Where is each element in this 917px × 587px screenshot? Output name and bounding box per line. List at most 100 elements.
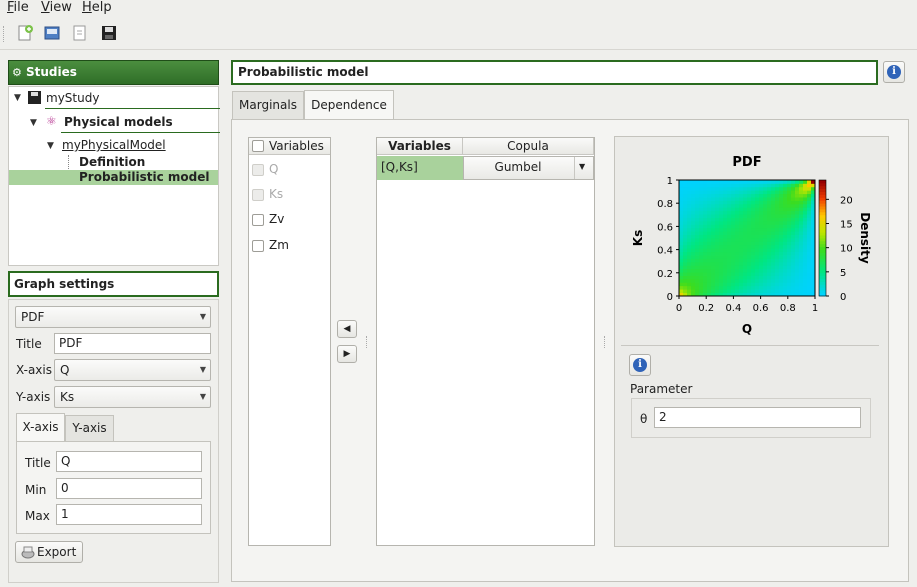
heatmap-cell bbox=[691, 193, 696, 198]
heatmap-cell bbox=[751, 220, 756, 225]
heatmap-cell bbox=[751, 224, 756, 229]
variable-checkbox-q[interactable] bbox=[252, 164, 264, 176]
heatmap-cell bbox=[763, 193, 768, 198]
heatmap-cell bbox=[683, 207, 688, 212]
heatmap-cell bbox=[739, 282, 744, 287]
heatmap-cell bbox=[699, 289, 704, 293]
heatmap-cell bbox=[687, 203, 692, 208]
heatmap-cell bbox=[795, 207, 800, 212]
col-header-variables[interactable]: Variables bbox=[377, 138, 463, 155]
heatmap-cell bbox=[771, 190, 776, 195]
heatmap-cell bbox=[711, 282, 716, 287]
xaxis-label: X-axis bbox=[16, 363, 52, 377]
variables-list[interactable]: Variables Q Ks Zv Zm bbox=[248, 137, 331, 546]
heatmap-cell bbox=[759, 282, 764, 287]
save-icon[interactable] bbox=[100, 24, 118, 42]
heatmap-cell bbox=[723, 238, 728, 242]
heatmap-cell bbox=[763, 285, 768, 290]
study-tree[interactable]: ▼ myStudy ▼ ⚛ Physical models ▼ myPhysic… bbox=[8, 86, 220, 266]
heatmap-cell bbox=[775, 210, 780, 215]
tree-item-study[interactable]: myStudy bbox=[46, 89, 99, 107]
variables-header[interactable]: Variables bbox=[249, 138, 330, 155]
heatmap-cell bbox=[739, 210, 744, 215]
new-study-icon[interactable] bbox=[16, 24, 34, 42]
tree-item-probabilistic-model[interactable]: Probabilistic model bbox=[79, 168, 209, 186]
heatmap-cell bbox=[755, 285, 760, 290]
yaxis-select[interactable]: Ks ▼ bbox=[54, 386, 211, 408]
menu-help[interactable]: Help bbox=[82, 0, 112, 15]
parameter-info-button[interactable]: i bbox=[629, 354, 651, 376]
select-all-checkbox[interactable] bbox=[252, 140, 264, 152]
menu-view[interactable]: View bbox=[41, 0, 72, 15]
tab-x-axis[interactable]: X-axis bbox=[16, 413, 65, 441]
heatmap-cell bbox=[795, 217, 800, 222]
axis-title-input[interactable]: Q bbox=[56, 451, 202, 472]
remove-copula-button[interactable]: ◀ bbox=[337, 320, 357, 338]
variable-checkbox-ks[interactable] bbox=[252, 189, 264, 201]
min-input[interactable]: 0 bbox=[56, 478, 202, 499]
heatmap-cell bbox=[791, 220, 796, 225]
chevron-down-icon[interactable]: ▼ bbox=[30, 118, 37, 128]
variable-checkbox-zm[interactable] bbox=[252, 240, 264, 252]
tree-item-model[interactable]: myPhysicalModel bbox=[62, 136, 166, 154]
heatmap-cell bbox=[763, 258, 768, 263]
chevron-down-icon[interactable]: ▼ bbox=[14, 93, 21, 103]
heatmap-cell bbox=[695, 193, 700, 198]
max-input[interactable]: 1 bbox=[56, 504, 202, 525]
open-study-icon[interactable] bbox=[43, 24, 61, 42]
colorbar-tick-label: 0 bbox=[840, 292, 846, 303]
heatmap-cell bbox=[731, 193, 736, 198]
tab-marginals[interactable]: Marginals bbox=[232, 91, 304, 119]
heatmap-cell bbox=[715, 278, 720, 283]
heatmap-cell bbox=[739, 224, 744, 229]
heatmap-cell bbox=[803, 244, 808, 249]
splitter-handle[interactable] bbox=[366, 336, 368, 348]
tab-dependence[interactable]: Dependence bbox=[304, 90, 394, 120]
heatmap-cell bbox=[699, 285, 704, 290]
heatmap-cell bbox=[723, 265, 728, 270]
heatmap-cell bbox=[679, 207, 684, 212]
menu-file[interactable]: File bbox=[7, 0, 29, 15]
help-button[interactable]: i bbox=[883, 61, 905, 83]
heatmap-cell bbox=[687, 272, 692, 276]
heatmap-cell bbox=[703, 268, 708, 273]
colorbar-segment bbox=[819, 223, 826, 227]
table-cell-variables[interactable]: [Q,Ks] bbox=[377, 156, 463, 180]
heatmap-cell bbox=[683, 224, 688, 229]
heatmap-cell bbox=[679, 203, 684, 208]
col-header-copula[interactable]: Copula bbox=[463, 138, 594, 155]
export-button[interactable]: Export bbox=[15, 541, 83, 563]
heatmap-cell bbox=[799, 186, 804, 191]
toolbar-handle[interactable] bbox=[3, 26, 6, 42]
variable-checkbox-zv[interactable] bbox=[252, 214, 264, 226]
theta-input[interactable]: 2 bbox=[654, 407, 861, 428]
heatmap-cell bbox=[739, 241, 744, 246]
add-copula-button[interactable]: ▶ bbox=[337, 345, 357, 363]
tree-item-physical-models[interactable]: Physical models bbox=[64, 113, 173, 131]
heatmap-cell bbox=[743, 231, 748, 235]
plot-type-select[interactable]: PDF ▼ bbox=[15, 306, 211, 328]
heatmap-cell bbox=[731, 207, 736, 212]
import-python-icon[interactable] bbox=[71, 24, 89, 42]
splitter-handle[interactable] bbox=[604, 336, 606, 348]
tab-y-axis[interactable]: Y-axis bbox=[65, 415, 114, 441]
heatmap-cell bbox=[751, 258, 756, 263]
copula-table[interactable]: Variables Copula [Q,Ks] Gumbel ▼ bbox=[376, 137, 595, 546]
chevron-down-icon[interactable]: ▼ bbox=[47, 141, 54, 151]
pdf-chart[interactable]: PDF Q Ks 0 0.2 0.4 0.6 0.8 1 0 0.2 0.4 0.6 0.8 1 0 5 10 15… bbox=[614, 136, 889, 336]
heatmap-cell bbox=[783, 258, 788, 263]
heatmap-cell bbox=[723, 255, 728, 259]
heatmap-cell bbox=[719, 272, 724, 276]
heatmap-cell bbox=[799, 278, 804, 283]
heatmap-cell bbox=[695, 210, 700, 215]
xaxis-select[interactable]: Q ▼ bbox=[54, 359, 211, 381]
heatmap-cell bbox=[783, 282, 788, 287]
heatmap-cell bbox=[699, 193, 704, 198]
heatmap-cell bbox=[783, 234, 788, 239]
copula-select[interactable]: Gumbel ▼ bbox=[463, 156, 594, 180]
graph-title-input[interactable]: PDF bbox=[54, 333, 211, 354]
heatmap-cell bbox=[683, 258, 688, 263]
heatmap-cell bbox=[799, 238, 804, 242]
heatmap-cell bbox=[799, 203, 804, 208]
heatmap-cell bbox=[699, 275, 704, 280]
